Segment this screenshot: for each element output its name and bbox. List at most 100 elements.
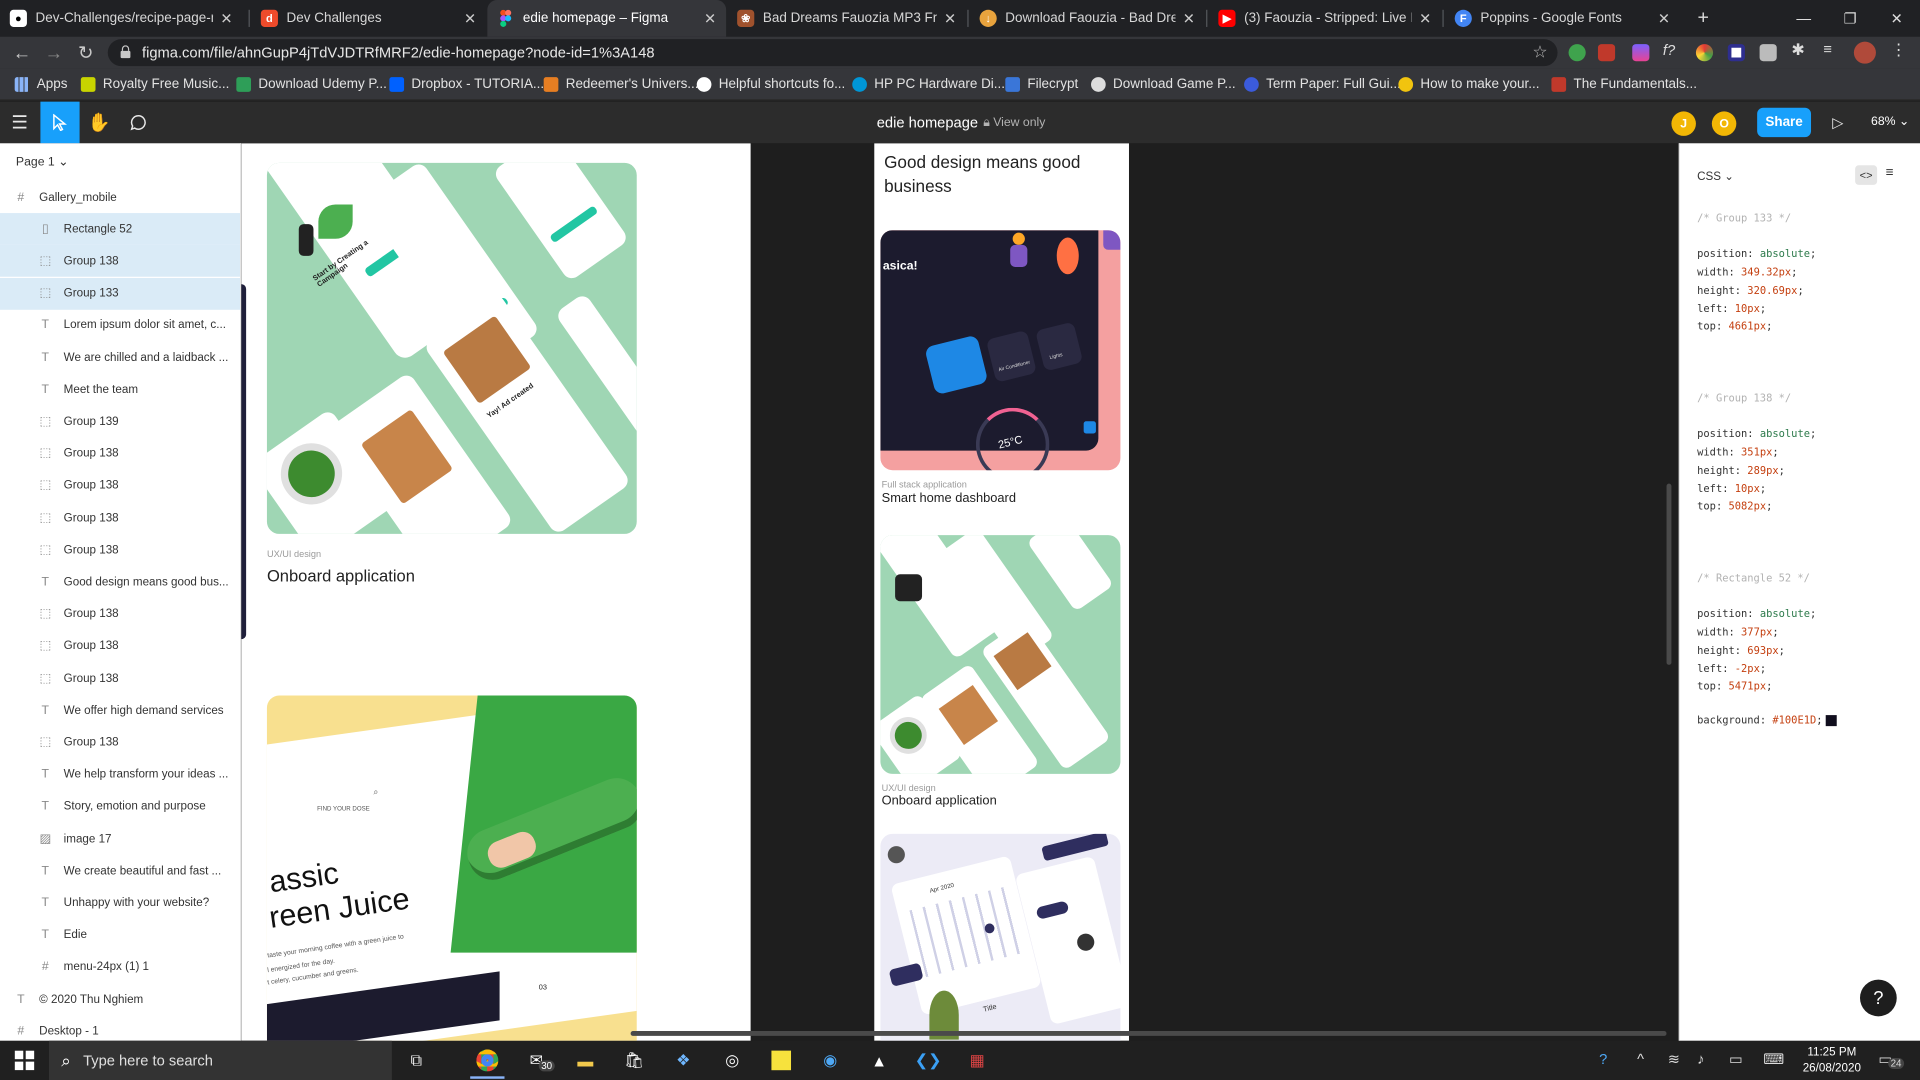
winrar-icon[interactable]: ▦: [962, 1046, 991, 1075]
windows-start-icon[interactable]: [10, 1046, 39, 1075]
horizontal-scrollbar[interactable]: [630, 1031, 1667, 1036]
vertical-scrollbar[interactable]: [1666, 483, 1672, 665]
browser-tab[interactable]: ↓ Download Faouzia - Bad Dreams ✕: [970, 0, 1205, 37]
layer-row[interactable]: ⬚ Group 138: [0, 598, 240, 630]
layer-row[interactable]: T Edie: [0, 919, 240, 951]
list-view-icon[interactable]: ≡: [1886, 165, 1894, 180]
layer-row[interactable]: ⬚ Group 138: [0, 534, 240, 566]
bookmark-item[interactable]: Royalty Free Music...: [80, 75, 229, 95]
layer-row[interactable]: T Good design means good bus...: [0, 566, 240, 598]
firefox-icon[interactable]: ◉: [816, 1046, 845, 1075]
bookmark-item[interactable]: HP PC Hardware Di...: [852, 75, 1005, 95]
layer-row[interactable]: # Desktop - 1: [0, 1015, 240, 1040]
vscode-icon[interactable]: ❮❯: [913, 1046, 942, 1075]
bookmark-item[interactable]: The Fundamentals...: [1551, 75, 1697, 95]
bookmark-star-icon[interactable]: ☆: [1532, 42, 1547, 63]
photos-icon[interactable]: ▲: [864, 1046, 893, 1075]
battery-icon[interactable]: ▭: [1729, 1051, 1743, 1068]
browser-tab[interactable]: ▶ (3) Faouzia - Stripped: Live In ✕: [1209, 0, 1442, 37]
calendar-mockup-card[interactable]: Apr 2020 Title: [880, 833, 1121, 1041]
zoom-dropdown[interactable]: 68% ⌄: [1871, 115, 1909, 128]
browser-tab[interactable]: ❀ Bad Dreams Fauozia MP3 Free D ✕: [727, 0, 966, 37]
bookmark-apps[interactable]: Apps: [14, 75, 68, 95]
file-explorer-icon[interactable]: ▬: [571, 1046, 600, 1075]
profile-avatar[interactable]: [1853, 41, 1876, 64]
close-tab-icon[interactable]: ✕: [1419, 10, 1431, 27]
layer-row[interactable]: T We are chilled and a laidback ...: [0, 342, 240, 374]
extension-icon[interactable]: [1695, 44, 1714, 62]
browser-tab-active[interactable]: edie homepage – Figma ✕: [487, 0, 727, 37]
layer-row[interactable]: ⬚ Group 138: [0, 470, 240, 502]
layer-row[interactable]: T We offer high demand services: [0, 695, 240, 727]
layer-row[interactable]: T Meet the team: [0, 374, 240, 406]
reload-icon[interactable]: ↻: [73, 40, 97, 64]
color-swatch[interactable]: [1826, 715, 1838, 727]
keyboard-icon[interactable]: ⌨: [1763, 1051, 1784, 1068]
dropbox-taskbar-icon[interactable]: ❖: [669, 1046, 698, 1075]
close-tab-icon[interactable]: ✕: [704, 10, 716, 27]
onboard-mini-card[interactable]: [880, 535, 1121, 774]
user-avatar[interactable]: J: [1671, 111, 1696, 136]
bookmark-item[interactable]: Helpful shortcuts fo...: [696, 75, 845, 95]
sticky-notes-icon[interactable]: [767, 1046, 796, 1075]
extension-icon[interactable]: [1632, 44, 1650, 62]
bookmark-item[interactable]: Term Paper: Full Gui...: [1244, 75, 1401, 95]
layer-row[interactable]: ⬚ Group 139: [0, 406, 240, 438]
puzzle-icon[interactable]: ✱: [1791, 40, 1808, 58]
design-canvas[interactable]: Start by Creating a Campaign Yay! Ad cre…: [241, 143, 1679, 1041]
close-tab-icon[interactable]: ✕: [1658, 10, 1670, 27]
task-view-icon[interactable]: ⧉: [402, 1046, 431, 1075]
mail-icon[interactable]: ✉ 30: [522, 1046, 555, 1075]
onboard-mockup-card[interactable]: Start by Creating a Campaign Yay! Ad cre…: [266, 162, 637, 534]
help-tray-icon[interactable]: ?: [1599, 1051, 1607, 1068]
bookmark-item[interactable]: Filecrypt: [1005, 75, 1078, 95]
main-menu-icon[interactable]: ☰: [0, 102, 39, 144]
layer-row[interactable]: T Lorem ipsum dolor sit amet, c...: [0, 310, 240, 342]
extension-icon[interactable]: [1727, 44, 1745, 62]
hand-tool-icon[interactable]: ✋: [80, 102, 119, 144]
layer-row[interactable]: T © 2020 Thu Nghiem: [0, 983, 240, 1015]
close-tab-icon[interactable]: ✕: [464, 10, 476, 27]
bookmark-item[interactable]: Redeemer's Univers...: [543, 75, 699, 95]
close-tab-icon[interactable]: ✕: [944, 10, 956, 27]
bookmark-item[interactable]: Download Game P...: [1091, 75, 1236, 95]
forward-icon[interactable]: →: [42, 40, 66, 64]
media-control-icon[interactable]: ≡: [1823, 40, 1840, 57]
volume-icon[interactable]: ♪: [1697, 1051, 1704, 1068]
extension-icon[interactable]: [1568, 44, 1586, 62]
back-icon[interactable]: ←: [10, 40, 34, 64]
present-icon[interactable]: ▷: [1818, 102, 1857, 144]
layer-row[interactable]: ⬚ Group 138: [0, 630, 240, 662]
code-view-icon[interactable]: <>: [1855, 165, 1878, 185]
layer-row[interactable]: ⬚ Group 138: [0, 502, 240, 534]
layer-row[interactable]: T Story, emotion and purpose: [0, 791, 240, 823]
layer-row[interactable]: T We create beautiful and fast ...: [0, 855, 240, 887]
wifi-icon[interactable]: ≋: [1668, 1051, 1680, 1068]
browser-tab[interactable]: d Dev Challenges ✕: [251, 0, 486, 37]
close-tab-icon[interactable]: ✕: [1183, 10, 1195, 27]
juice-mockup-card[interactable]: FIND YOUR DOSE ⌕ assic reen Juice taste …: [266, 695, 637, 1041]
notifications-icon[interactable]: ▭ 24: [1878, 1051, 1904, 1069]
taskbar-search-input[interactable]: ⌕ Type here to search: [48, 1040, 392, 1080]
chrome-menu-icon[interactable]: ⋮: [1891, 40, 1908, 58]
taskbar-clock[interactable]: 11:25 PM 26/08/2020: [1798, 1044, 1867, 1076]
layer-row[interactable]: # Gallery_mobile: [0, 181, 240, 213]
chrome-taskbar-icon[interactable]: [473, 1046, 502, 1075]
layer-row[interactable]: ▯ Rectangle 52: [0, 213, 241, 246]
extension-icon[interactable]: [1759, 44, 1777, 62]
move-tool-icon[interactable]: [40, 101, 80, 144]
share-button[interactable]: Share: [1757, 107, 1812, 138]
code-format-dropdown[interactable]: CSS ⌄: [1697, 170, 1734, 183]
comment-tool-icon[interactable]: [119, 102, 158, 144]
layer-row[interactable]: T We help transform your ideas ...: [0, 759, 240, 791]
bookmark-item[interactable]: Download Udemy P...: [236, 75, 387, 95]
show-hidden-icons[interactable]: ^: [1637, 1051, 1644, 1068]
minimize-icon[interactable]: —: [1782, 0, 1826, 37]
layer-row[interactable]: T Unhappy with your website?: [0, 887, 240, 919]
extension-icon[interactable]: [1597, 44, 1616, 62]
new-tab-button[interactable]: +: [1681, 0, 1725, 37]
user-avatar[interactable]: O: [1711, 111, 1737, 136]
page-selector[interactable]: Page 1 ⌄: [16, 156, 69, 169]
layer-row[interactable]: ⬚ Group 138: [0, 662, 240, 694]
browser-tab[interactable]: F Poppins - Google Fonts ✕: [1445, 0, 1680, 37]
